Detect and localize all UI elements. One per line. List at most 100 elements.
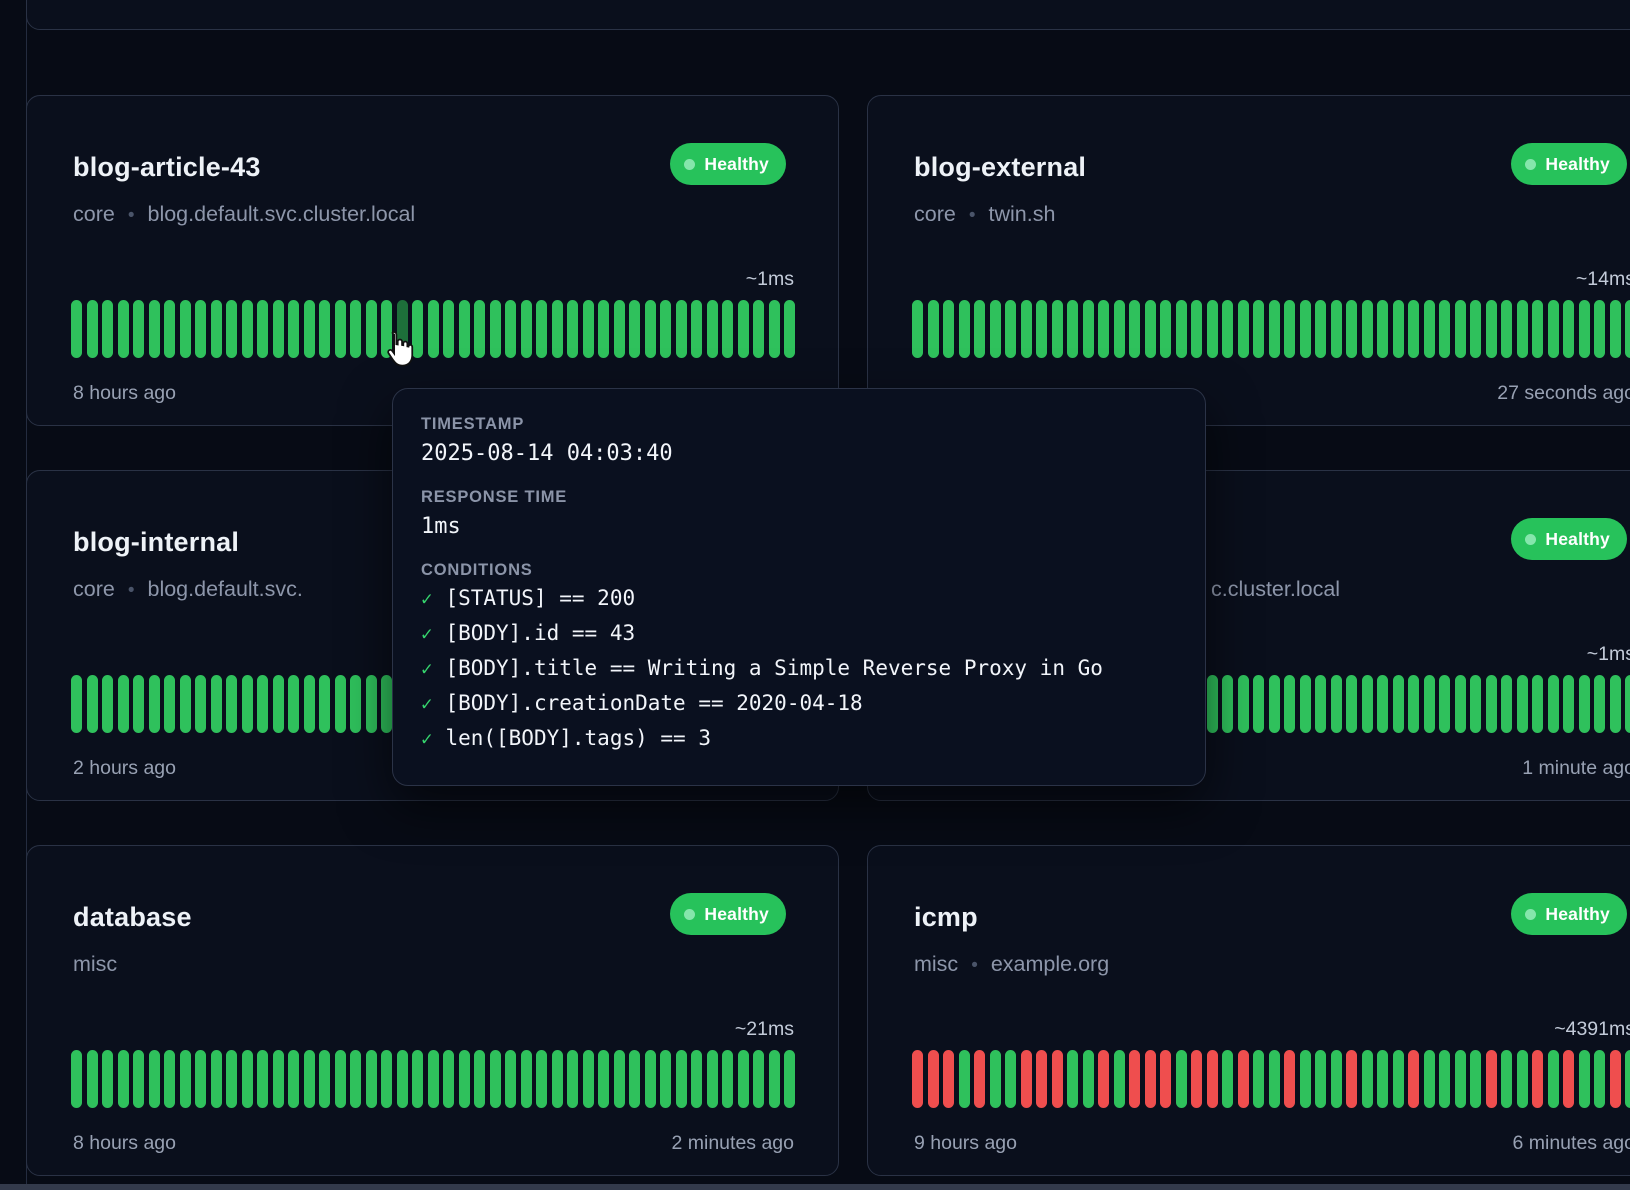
uptime-bar-success[interactable]	[180, 675, 191, 733]
uptime-bar-failure[interactable]	[1129, 1050, 1140, 1108]
uptime-bar-success[interactable]	[1160, 300, 1171, 358]
endpoint-card-blog-external[interactable]: blog-externalcore•twin.shHealthy~14ms27 …	[867, 95, 1630, 426]
uptime-bar-success[interactable]	[304, 300, 315, 358]
uptime-bar-success[interactable]	[536, 1050, 547, 1108]
uptime-bar-success[interactable]	[1269, 675, 1280, 733]
uptime-bar-success[interactable]	[118, 675, 129, 733]
uptime-bar-success[interactable]	[102, 1050, 113, 1108]
uptime-bar-success[interactable]	[1501, 300, 1512, 358]
uptime-bar-success[interactable]	[1222, 675, 1233, 733]
uptime-bar-success[interactable]	[1362, 675, 1373, 733]
uptime-bar-success[interactable]	[1114, 300, 1125, 358]
uptime-bar-failure[interactable]	[1346, 1050, 1357, 1108]
uptime-bar-success[interactable]	[428, 1050, 439, 1108]
uptime-bar-success[interactable]	[1470, 1050, 1481, 1108]
uptime-bar-success[interactable]	[614, 300, 625, 358]
uptime-bar-success[interactable]	[1253, 1050, 1264, 1108]
uptime-bar-success[interactable]	[722, 300, 733, 358]
uptime-bar-success[interactable]	[521, 1050, 532, 1108]
uptime-bar-success[interactable]	[1207, 300, 1218, 358]
uptime-bar-success[interactable]	[784, 1050, 795, 1108]
uptime-bar-success[interactable]	[1067, 1050, 1078, 1108]
uptime-bar-success[interactable]	[335, 1050, 346, 1108]
uptime-bar-success[interactable]	[474, 1050, 485, 1108]
uptime-bar-success[interactable]	[1517, 300, 1528, 358]
uptime-bar-success[interactable]	[474, 300, 485, 358]
uptime-bar-success[interactable]	[567, 300, 578, 358]
uptime-bar-success[interactable]	[1563, 300, 1574, 358]
uptime-bar-success[interactable]	[990, 300, 1001, 358]
uptime-bar-success[interactable]	[521, 300, 532, 358]
uptime-bar-success[interactable]	[1114, 1050, 1125, 1108]
uptime-bar-success[interactable]	[1579, 300, 1590, 358]
uptime-bar-success[interactable]	[71, 300, 82, 358]
uptime-bar-success[interactable]	[1129, 300, 1140, 358]
uptime-bar-success[interactable]	[180, 300, 191, 358]
uptime-bar-failure[interactable]	[928, 1050, 939, 1108]
uptime-bar-success[interactable]	[319, 675, 330, 733]
uptime-bar-success[interactable]	[102, 675, 113, 733]
uptime-bar-success[interactable]	[242, 1050, 253, 1108]
uptime-bar-success[interactable]	[1176, 300, 1187, 358]
uptime-bar-success[interactable]	[71, 675, 82, 733]
uptime-bar-success[interactable]	[1532, 300, 1543, 358]
uptime-bar-success[interactable]	[928, 300, 939, 358]
uptime-bar-success[interactable]	[1377, 675, 1388, 733]
uptime-bar-success[interactable]	[180, 1050, 191, 1108]
uptime-bar-success[interactable]	[366, 1050, 377, 1108]
uptime-bar-success[interactable]	[273, 675, 284, 733]
uptime-bar-success[interactable]	[1253, 300, 1264, 358]
uptime-bar-success[interactable]	[583, 1050, 594, 1108]
uptime-bar-failure[interactable]	[1207, 1050, 1218, 1108]
uptime-bar-success[interactable]	[366, 300, 377, 358]
uptime-bar-success[interactable]	[974, 300, 985, 358]
uptime-bar-success[interactable]	[1470, 675, 1481, 733]
uptime-bar-success[interactable]	[443, 1050, 454, 1108]
uptime-bar-success[interactable]	[959, 300, 970, 358]
uptime-bar-success[interactable]	[1408, 300, 1419, 358]
uptime-bar-success[interactable]	[676, 1050, 687, 1108]
uptime-bar-failure[interactable]	[974, 1050, 985, 1108]
uptime-bar-success[interactable]	[1346, 675, 1357, 733]
uptime-bar-success[interactable]	[149, 1050, 160, 1108]
uptime-bar-success[interactable]	[319, 300, 330, 358]
uptime-bar-success[interactable]	[505, 300, 516, 358]
uptime-bar-success[interactable]	[1191, 300, 1202, 358]
uptime-bar-success[interactable]	[459, 300, 470, 358]
uptime-bar-success[interactable]	[629, 1050, 640, 1108]
endpoint-card-blog-article-43[interactable]: blog-article-43core•blog.default.svc.clu…	[26, 95, 839, 426]
uptime-bar-success[interactable]	[1021, 300, 1032, 358]
uptime-bar-success[interactable]	[1083, 1050, 1094, 1108]
uptime-bar-success[interactable]	[583, 300, 594, 358]
uptime-bar-success[interactable]	[1284, 300, 1295, 358]
uptime-bar-failure[interactable]	[1486, 1050, 1497, 1108]
uptime-bar-success[interactable]	[1517, 675, 1528, 733]
uptime-bar-success[interactable]	[1377, 1050, 1388, 1108]
uptime-bar-success[interactable]	[195, 675, 206, 733]
uptime-bar-success[interactable]	[87, 1050, 98, 1108]
uptime-bar-success[interactable]	[1486, 300, 1497, 358]
uptime-bar-success[interactable]	[1439, 675, 1450, 733]
uptime-bar-success[interactable]	[1424, 300, 1435, 358]
uptime-bar-failure[interactable]	[1238, 1050, 1249, 1108]
uptime-bar-success[interactable]	[381, 675, 392, 733]
uptime-bar-success[interactable]	[676, 300, 687, 358]
uptime-bar-success[interactable]	[164, 1050, 175, 1108]
uptime-bar-success[interactable]	[412, 1050, 423, 1108]
uptime-bar-success[interactable]	[118, 1050, 129, 1108]
uptime-bar-success[interactable]	[304, 1050, 315, 1108]
uptime-bar-success[interactable]	[1222, 300, 1233, 358]
uptime-bar-success[interactable]	[1594, 675, 1605, 733]
uptime-bar-success[interactable]	[428, 300, 439, 358]
uptime-bar-success[interactable]	[319, 1050, 330, 1108]
uptime-bar-success[interactable]	[1455, 1050, 1466, 1108]
uptime-bar-success[interactable]	[211, 675, 222, 733]
uptime-bar-success[interactable]	[1222, 1050, 1233, 1108]
uptime-bar-success[interactable]	[1579, 1050, 1590, 1108]
uptime-bar-success[interactable]	[1517, 1050, 1528, 1108]
uptime-bar-success[interactable]	[288, 675, 299, 733]
uptime-bar-success[interactable]	[273, 1050, 284, 1108]
uptime-bar-success[interactable]	[1083, 300, 1094, 358]
uptime-bar-success[interactable]	[1362, 300, 1373, 358]
uptime-bar-success[interactable]	[459, 1050, 470, 1108]
